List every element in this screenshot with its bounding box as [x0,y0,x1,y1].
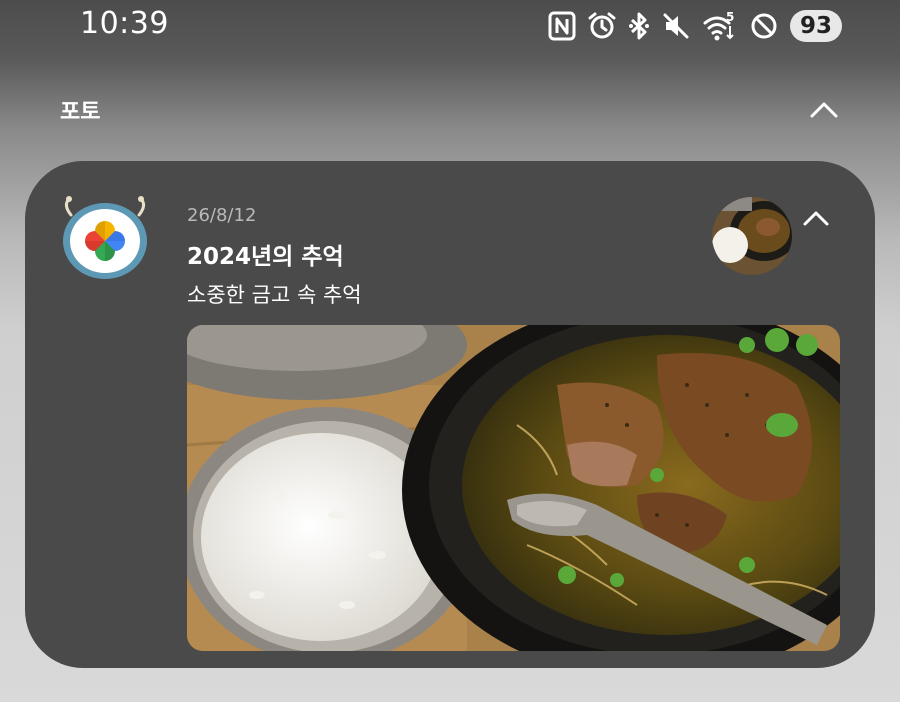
battery-indicator: 93 [790,10,842,42]
google-photos-icon [63,196,147,279]
do-not-disturb-icon [751,13,777,39]
status-bar: 10:39 5 93 [0,0,900,52]
thumbnail-image [712,197,792,275]
status-clock: 10:39 [80,6,169,41]
alarm-icon [588,12,616,39]
status-icons: 5 93 [548,8,842,44]
wifi-badge: 5 [726,10,734,24]
chevron-up-icon[interactable] [808,98,840,122]
notification-group-header[interactable]: 포토 [60,92,840,132]
chevron-up-icon[interactable] [801,207,831,229]
wifi-icon: 5 [703,10,734,41]
notification-photo [187,325,840,651]
bluetooth-icon [629,12,649,40]
vibrate-off-icon [663,13,689,39]
nfc-icon [548,11,576,41]
notification-title: 2024년의 추억 [187,244,344,270]
notification-subtitle: 소중한 금고 속 추억 [187,283,362,307]
group-title: 포토 [60,100,101,125]
notification-card[interactable]: 26/8/12 2024년의 추억 소중한 금고 속 추억 [25,161,875,668]
notification-time: 26/8/12 [187,205,257,226]
